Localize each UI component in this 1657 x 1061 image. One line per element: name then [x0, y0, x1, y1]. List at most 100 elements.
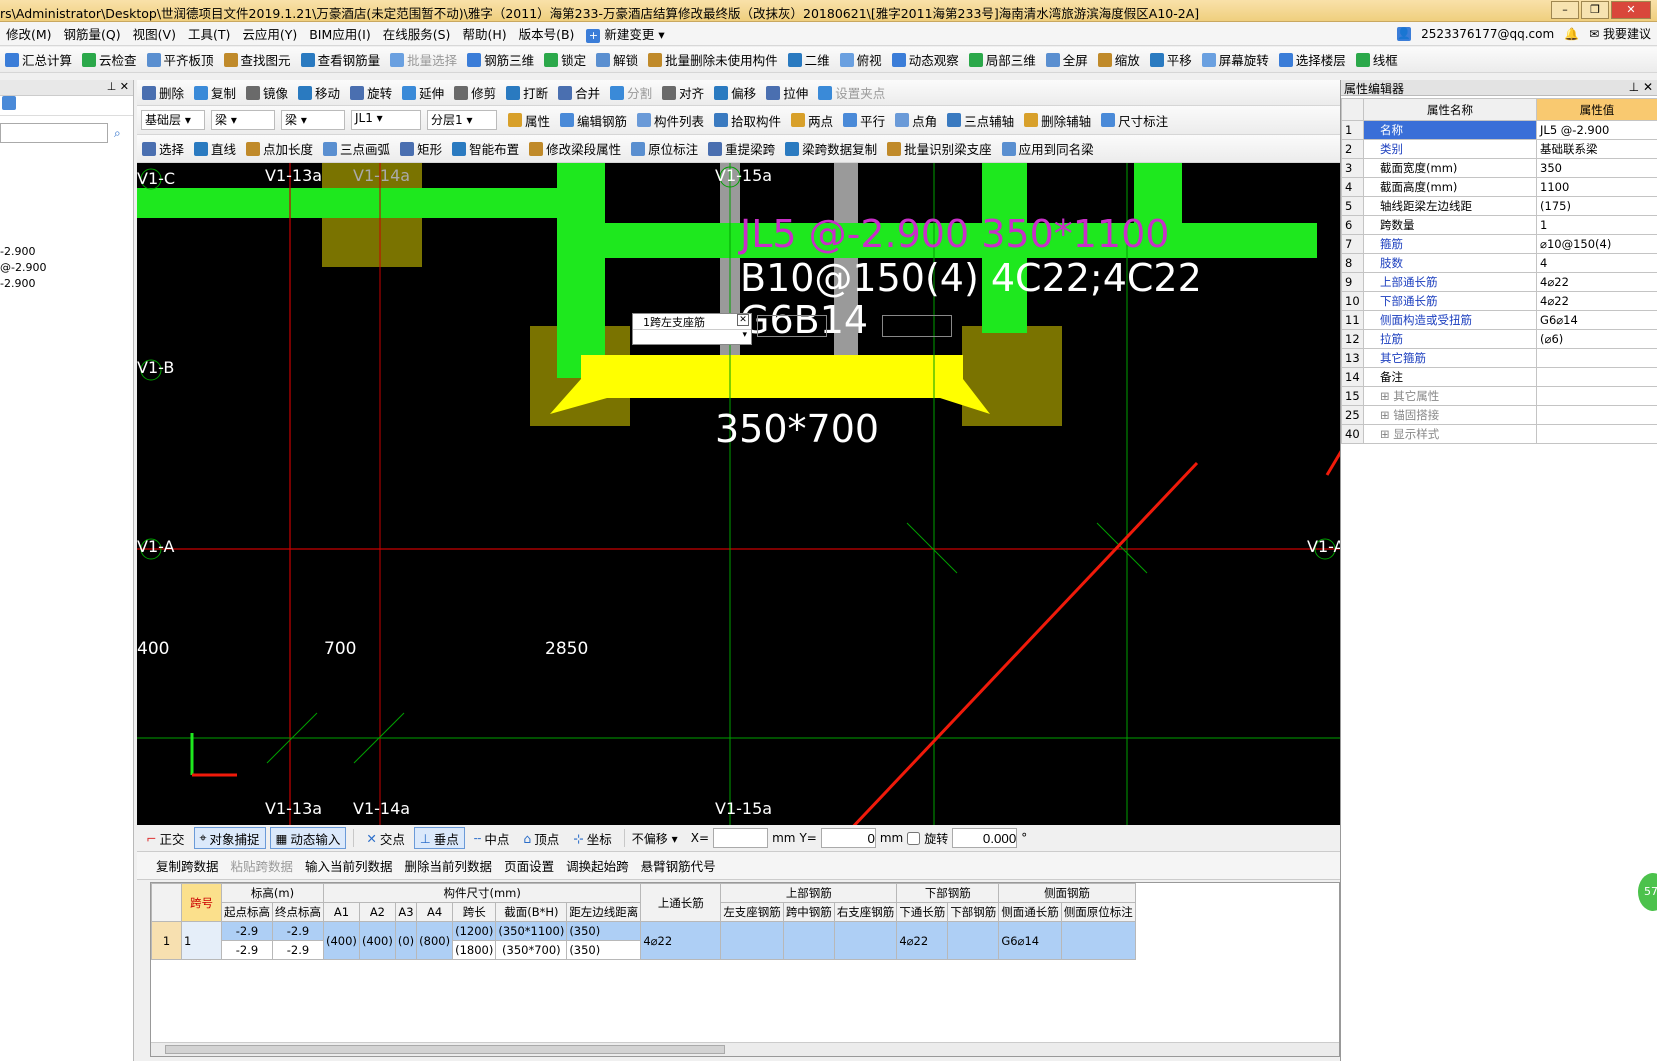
property-row[interactable]: 13 其它箍筋: [1341, 348, 1657, 368]
col-subheader-2[interactable]: A1: [323, 902, 360, 922]
toolbar4-button-11[interactable]: 应用到同名梁: [997, 138, 1099, 160]
property-row[interactable]: 4 截面高度(mm) 1100: [1341, 177, 1657, 197]
drawing-canvas[interactable]: V1-C V1-B V1-A V1-A V1-13a V1-14a V1-15a…: [137, 163, 1340, 825]
tree-item[interactable]: -2.900: [0, 244, 133, 260]
toolbar2-button-5[interactable]: 延伸: [397, 82, 449, 104]
toolbar2-button-8[interactable]: 合并: [553, 82, 605, 104]
toolbar3-button-7[interactable]: 三点辅轴: [942, 109, 1019, 131]
inplace-edit-popup[interactable]: 1跨左支座筋 ✕ ▾: [632, 313, 752, 345]
toolbar4-button-3[interactable]: 三点画弧: [318, 138, 395, 160]
x-coordinate-input[interactable]: [713, 828, 769, 848]
property-value[interactable]: 4⌀22: [1536, 272, 1657, 292]
side-long-cell[interactable]: G6⌀14: [998, 921, 1062, 960]
col-subheader-1[interactable]: 终点标高: [272, 902, 324, 922]
toolbar2-button-1[interactable]: 复制: [189, 82, 241, 104]
property-row[interactable]: 15 ⊞ 其它属性: [1341, 386, 1657, 406]
tree-icon[interactable]: [2, 96, 16, 110]
search-icon[interactable]: ⌕: [114, 126, 121, 141]
account-email[interactable]: 2523376177@qq.com: [1421, 27, 1554, 41]
property-row[interactable]: 2 类别 基础联系梁: [1341, 139, 1657, 159]
property-row[interactable]: 6 跨数量 1: [1341, 215, 1657, 235]
y-coordinate-input[interactable]: [820, 828, 876, 848]
toolbar1-button-7[interactable]: 锁定: [539, 49, 591, 71]
col-subheader-8[interactable]: 距左边线距离: [566, 902, 642, 922]
dist-left-cell[interactable]: (350): [566, 940, 642, 960]
toolbar1-button-19[interactable]: 线框: [1351, 49, 1403, 71]
span-length-cell[interactable]: (1800): [452, 940, 497, 960]
property-value[interactable]: 基础联系梁: [1536, 139, 1657, 159]
property-value[interactable]: [1536, 386, 1657, 406]
restore-button[interactable]: ❐: [1581, 1, 1609, 19]
type2-select[interactable]: 梁 ▾: [281, 110, 345, 130]
toolbar4-button-5[interactable]: 智能布置: [447, 138, 524, 160]
inplace-input-box[interactable]: [757, 315, 827, 337]
toolbar1-button-2[interactable]: 平齐板顶: [142, 49, 219, 71]
toolbar4-button-0[interactable]: 选择: [137, 138, 189, 160]
toolbar1-button-5[interactable]: 批量选择: [385, 49, 462, 71]
property-value[interactable]: [1536, 405, 1657, 425]
bottom-long-cell[interactable]: 4⌀22: [896, 921, 949, 960]
end-elev-cell[interactable]: -2.9: [272, 921, 324, 941]
beam-annotation-line1[interactable]: JL5 @-2.900 350*1100: [740, 212, 1169, 256]
toolbar1-button-18[interactable]: 选择楼层: [1274, 49, 1351, 71]
property-value[interactable]: [1536, 367, 1657, 387]
side-inplace-cell[interactable]: [1060, 921, 1136, 960]
toolbar3-button-1[interactable]: 编辑钢筋: [555, 109, 632, 131]
mid-span-cell[interactable]: [782, 921, 835, 960]
grid-action-0[interactable]: 复制跨数据: [151, 855, 224, 877]
toolbar1-button-8[interactable]: 解锁: [591, 49, 643, 71]
pin-icon[interactable]: ⊥: [107, 80, 117, 93]
col-subheader-3[interactable]: A2: [358, 902, 396, 922]
minimize-button[interactable]: –: [1551, 1, 1579, 19]
rotate-input[interactable]: [952, 828, 1018, 848]
col-subheader-9[interactable]: 左支座钢筋: [720, 902, 784, 922]
property-value[interactable]: ⌀10@150(4): [1536, 234, 1657, 254]
expand-icon[interactable]: ⊞: [1380, 427, 1393, 441]
expand-icon[interactable]: ⊞: [1380, 408, 1393, 422]
toolbar4-button-1[interactable]: 直线: [189, 138, 241, 160]
rotate-checkbox[interactable]: [907, 831, 921, 845]
toolbar4-button-9[interactable]: 梁跨数据复制: [780, 138, 882, 160]
ortho-toggle[interactable]: ⌐ 正交: [141, 827, 190, 849]
toolbar2-button-11[interactable]: 偏移: [709, 82, 761, 104]
toolbar1-button-0[interactable]: 汇总计算: [0, 49, 77, 71]
grid-action-1[interactable]: 粘贴跨数据: [226, 855, 299, 877]
end-elev-cell[interactable]: -2.9: [272, 940, 324, 960]
toolbar1-button-4[interactable]: 查看钢筋量: [296, 49, 386, 71]
inplace-input-box[interactable]: [882, 315, 952, 337]
toolbar3-button-0[interactable]: 属性: [503, 109, 555, 131]
close-icon[interactable]: ✕: [1643, 80, 1653, 94]
toolbar1-button-6[interactable]: 钢筋三维: [462, 49, 539, 71]
property-value[interactable]: [1536, 348, 1657, 368]
horizontal-scrollbar[interactable]: [151, 1042, 1339, 1056]
property-row[interactable]: 5 轴线距梁左边线距 (175): [1341, 196, 1657, 216]
type1-select[interactable]: 梁 ▾: [211, 110, 275, 130]
col-subheader-14[interactable]: 侧面通长筋: [998, 902, 1062, 922]
toolbar4-button-4[interactable]: 矩形: [395, 138, 447, 160]
section-cell[interactable]: (350*700): [495, 940, 568, 960]
toolbar2-button-10[interactable]: 对齐: [657, 82, 709, 104]
toolbar3-button-2[interactable]: 构件列表: [632, 109, 709, 131]
toolbar4-button-10[interactable]: 批量识别梁支座: [882, 138, 997, 160]
menu-online[interactable]: 在线服务(S): [377, 24, 457, 43]
col-subheader-10[interactable]: 跨中钢筋: [782, 902, 835, 922]
layer-select[interactable]: 分层1 ▾: [427, 110, 497, 130]
toolbar3-button-4[interactable]: 两点: [786, 109, 838, 131]
property-row[interactable]: 25 ⊞ 锚固搭接: [1341, 405, 1657, 425]
grid-action-6[interactable]: 悬臂钢筋代号: [636, 855, 721, 877]
toolbar1-button-16[interactable]: 平移: [1145, 49, 1197, 71]
toolbar2-button-13[interactable]: 设置夹点: [813, 82, 890, 104]
property-row[interactable]: 8 肢数 4: [1341, 253, 1657, 273]
col-span-no[interactable]: 跨号: [181, 883, 222, 922]
component-name-select[interactable]: JL1 ▾: [351, 110, 421, 130]
dynamic-input-toggle[interactable]: ▦ 动态输入: [269, 827, 347, 849]
grid-action-3[interactable]: 删除当前列数据: [400, 855, 498, 877]
toolbar1-button-11[interactable]: 俯视: [835, 49, 887, 71]
coordinate-snap[interactable]: ⊹ 坐标: [568, 827, 617, 849]
feedback-link[interactable]: ✉ 我要建议: [1589, 25, 1651, 42]
property-row[interactable]: 3 截面宽度(mm) 350: [1341, 158, 1657, 178]
menu-version[interactable]: 版本号(B): [513, 24, 581, 43]
tree-item[interactable]: @-2.900: [0, 260, 133, 276]
toolbar1-button-14[interactable]: 全屏: [1041, 49, 1093, 71]
pin-icon[interactable]: ⊥: [1629, 80, 1639, 94]
